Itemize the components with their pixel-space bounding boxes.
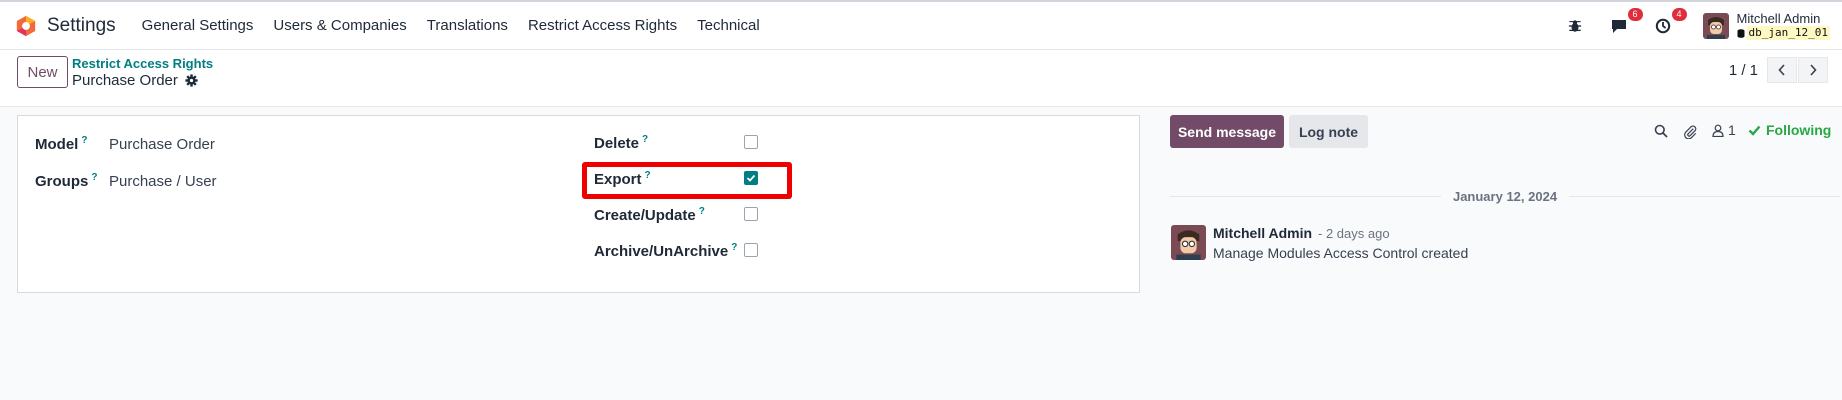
activities-badge: 4 bbox=[1671, 8, 1687, 21]
user-avatar[interactable] bbox=[1702, 13, 1729, 39]
message-body: Manage Modules Access Control created bbox=[1213, 245, 1469, 261]
groups-label: Groups? bbox=[35, 172, 98, 190]
chevron-left-icon bbox=[1778, 64, 1785, 76]
create-update-label: Create/Update? bbox=[594, 206, 705, 224]
delete-help-icon[interactable]: ? bbox=[642, 134, 648, 145]
menu-restrict-access-rights[interactable]: Restrict Access Rights bbox=[528, 17, 677, 34]
groups-help-icon[interactable]: ? bbox=[91, 172, 97, 183]
bug-icon bbox=[1568, 20, 1581, 32]
activities-button[interactable]: 4 bbox=[1651, 8, 1687, 38]
date-separator-line bbox=[1170, 195, 1441, 197]
search-icon bbox=[1654, 124, 1668, 138]
database-label: db_jan_12_01 bbox=[1737, 26, 1830, 40]
delete-checkbox[interactable] bbox=[744, 135, 758, 149]
message-time: - 2 days ago bbox=[1318, 226, 1390, 241]
groups-value[interactable]: Purchase / User bbox=[109, 173, 217, 190]
chevron-right-icon bbox=[1810, 64, 1817, 76]
search-messages-button[interactable] bbox=[1652, 122, 1670, 140]
model-help-icon[interactable]: ? bbox=[81, 135, 87, 146]
database-name: db_jan_12_01 bbox=[1746, 26, 1830, 40]
archive-unarchive-checkbox[interactable] bbox=[744, 243, 758, 257]
log-note-button[interactable]: Log note bbox=[1289, 115, 1368, 148]
systray: 6 4 Mitchell Admin db_jan_12_01 bbox=[1553, 2, 1830, 50]
record-title-text: Purchase Order bbox=[72, 72, 178, 89]
user-icon bbox=[1712, 124, 1724, 137]
attachments-button[interactable] bbox=[1681, 122, 1699, 140]
database-icon bbox=[1737, 28, 1745, 38]
export-highlight-box bbox=[582, 162, 792, 199]
gear-icon[interactable] bbox=[185, 74, 198, 87]
pager-next-button[interactable] bbox=[1798, 57, 1828, 83]
breadcrumb-restrict-access-rights[interactable]: Restrict Access Rights bbox=[72, 56, 213, 71]
model-label: Model? bbox=[35, 135, 88, 153]
message-author-avatar[interactable] bbox=[1171, 225, 1206, 260]
form-sheet: Model? Purchase Order Groups? Purchase /… bbox=[17, 115, 1140, 293]
menu-technical[interactable]: Technical bbox=[697, 17, 760, 34]
clock-icon bbox=[1655, 18, 1670, 34]
pager-previous-button[interactable] bbox=[1767, 57, 1797, 83]
model-value[interactable]: Purchase Order bbox=[109, 136, 215, 153]
menu-translations[interactable]: Translations bbox=[427, 17, 508, 34]
control-panel: New Restrict Access Rights Purchase Orde… bbox=[0, 50, 1842, 107]
chat-icon bbox=[1611, 19, 1626, 33]
followers-count: 1 bbox=[1728, 122, 1736, 138]
paperclip-icon bbox=[1683, 124, 1696, 139]
date-separator-line bbox=[1569, 195, 1841, 197]
new-button[interactable]: New bbox=[17, 56, 68, 88]
send-message-button[interactable]: Send message bbox=[1170, 115, 1284, 148]
delete-label: Delete? bbox=[594, 134, 649, 152]
archive-unarchive-help-icon[interactable]: ? bbox=[731, 242, 737, 253]
create-update-checkbox[interactable] bbox=[744, 207, 758, 221]
top-navbar: Settings General Settings Users & Compan… bbox=[0, 0, 1842, 50]
debug-button[interactable] bbox=[1563, 14, 1587, 38]
date-separator-text: January 12, 2024 bbox=[1452, 188, 1558, 204]
menu-general-settings[interactable]: General Settings bbox=[142, 17, 254, 34]
app-name[interactable]: Settings bbox=[47, 15, 116, 37]
message-author[interactable]: Mitchell Admin bbox=[1213, 225, 1312, 241]
following-label: Following bbox=[1766, 122, 1832, 138]
user-menu[interactable]: Mitchell Admin db_jan_12_01 bbox=[1737, 12, 1830, 40]
pager-value[interactable]: 1 / 1 bbox=[1729, 62, 1758, 79]
date-separator: January 12, 2024 bbox=[1170, 187, 1841, 205]
check-icon bbox=[1748, 125, 1761, 136]
messages-badge: 6 bbox=[1627, 8, 1643, 21]
archive-unarchive-label: Archive/UnArchive? bbox=[594, 242, 738, 260]
odoo-logo-icon[interactable] bbox=[15, 15, 37, 37]
menu-users-companies[interactable]: Users & Companies bbox=[273, 17, 406, 34]
user-name: Mitchell Admin bbox=[1736, 11, 1821, 26]
create-update-help-icon[interactable]: ? bbox=[699, 206, 705, 217]
followers-button[interactable]: 1 bbox=[1712, 122, 1736, 138]
following-button[interactable]: Following bbox=[1748, 122, 1831, 138]
messages-button[interactable]: 6 bbox=[1607, 8, 1643, 38]
record-title: Purchase Order bbox=[72, 72, 198, 89]
